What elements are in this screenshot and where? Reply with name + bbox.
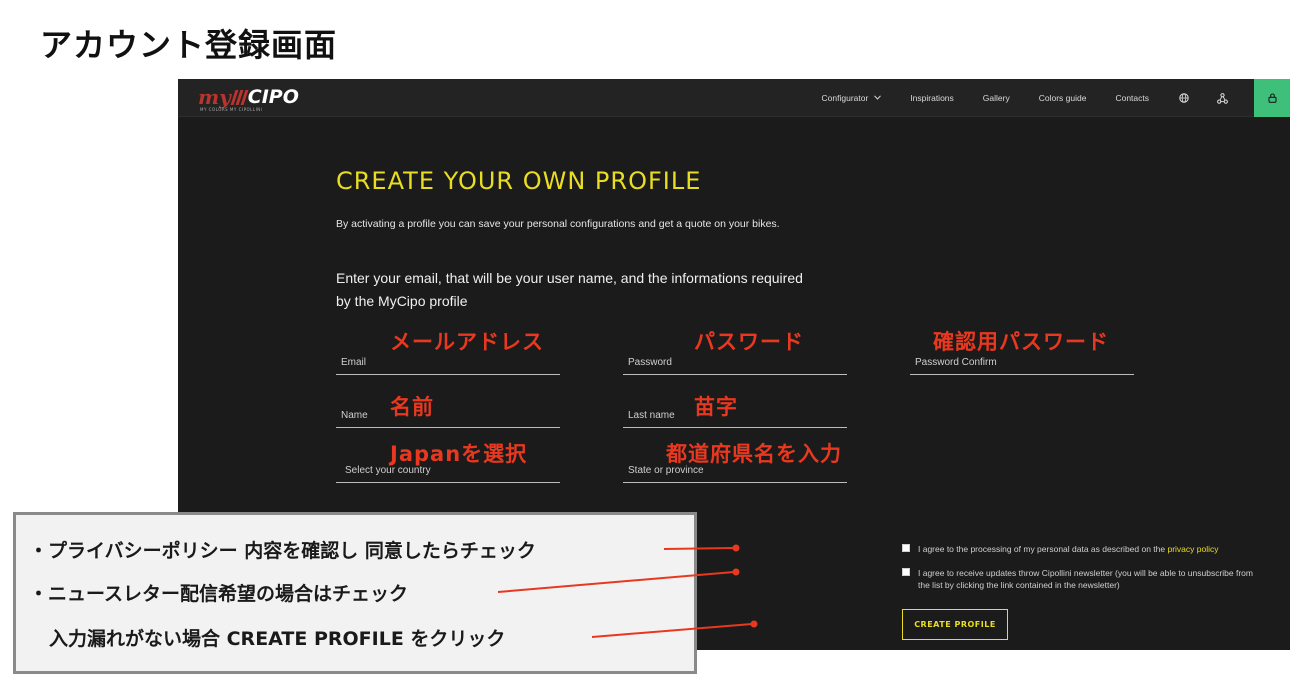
newsletter-checkbox[interactable] — [902, 568, 910, 576]
annotation-country: Japanを選択 — [390, 442, 528, 466]
logo-bars — [230, 90, 249, 105]
annotation-password: パスワード — [694, 330, 804, 354]
privacy-policy-link[interactable]: privacy policy — [1167, 544, 1218, 554]
create-profile-button[interactable]: CREATE PROFILE — [902, 609, 1008, 640]
mycipo-logo[interactable]: my CIPO MY COLORS MY CIPOLLINI — [198, 85, 299, 112]
annotation-last-name: 苗字 — [694, 395, 738, 419]
newsletter-consent-row: I agree to receive updates throw Cipolli… — [902, 567, 1254, 591]
instruction-callout: ・プライバシーポリシー 内容を確認し 同意したらチェック ・ニュースレター配信希… — [13, 512, 697, 674]
annotation-email: メールアドレス — [390, 330, 544, 354]
privacy-consent-row: I agree to the processing of my personal… — [902, 543, 1219, 555]
email-placeholder: Email — [341, 357, 367, 368]
password-confirm-placeholder: Password Confirm — [915, 357, 997, 368]
name-placeholder: Name — [341, 410, 368, 421]
name-field[interactable]: Name — [336, 406, 560, 428]
form-description: By activating a profile you can save you… — [336, 218, 780, 230]
privacy-checkbox[interactable] — [902, 544, 910, 552]
password-confirm-field[interactable]: Password Confirm — [910, 353, 1134, 375]
callout-privacy-instruction: ・プライバシーポリシー 内容を確認し 同意したらチェック — [29, 540, 536, 562]
password-placeholder: Password — [628, 357, 672, 368]
email-field[interactable]: Email — [336, 353, 560, 375]
password-field[interactable]: Password — [623, 353, 847, 375]
form-title: CREATE YOUR OWN PROFILE — [336, 167, 702, 195]
callout-newsletter-instruction: ・ニュースレター配信希望の場合はチェック — [29, 583, 409, 605]
privacy-consent-label: I agree to the processing of my personal… — [918, 544, 1168, 554]
privacy-consent-text: I agree to the processing of my personal… — [918, 543, 1219, 555]
logo-subtitle: MY COLORS MY CIPOLLINI — [200, 107, 263, 112]
page-heading: アカウント登録画面 — [40, 26, 338, 64]
annotation-password-confirm: 確認用パスワード — [933, 330, 1109, 354]
logo-cipo-text: CIPO — [247, 86, 299, 108]
annotation-name: 名前 — [390, 395, 434, 419]
logo-my-text: my — [198, 85, 231, 109]
form-intro: Enter your email, that will be your user… — [336, 270, 803, 309]
last-name-placeholder: Last name — [628, 410, 675, 421]
callout-submit-instruction: 入力漏れがない場合 CREATE PROFILE をクリック — [49, 628, 506, 650]
annotation-state: 都道府県名を入力 — [666, 442, 842, 466]
newsletter-consent-text: I agree to receive updates throw Cipolli… — [918, 568, 1253, 590]
